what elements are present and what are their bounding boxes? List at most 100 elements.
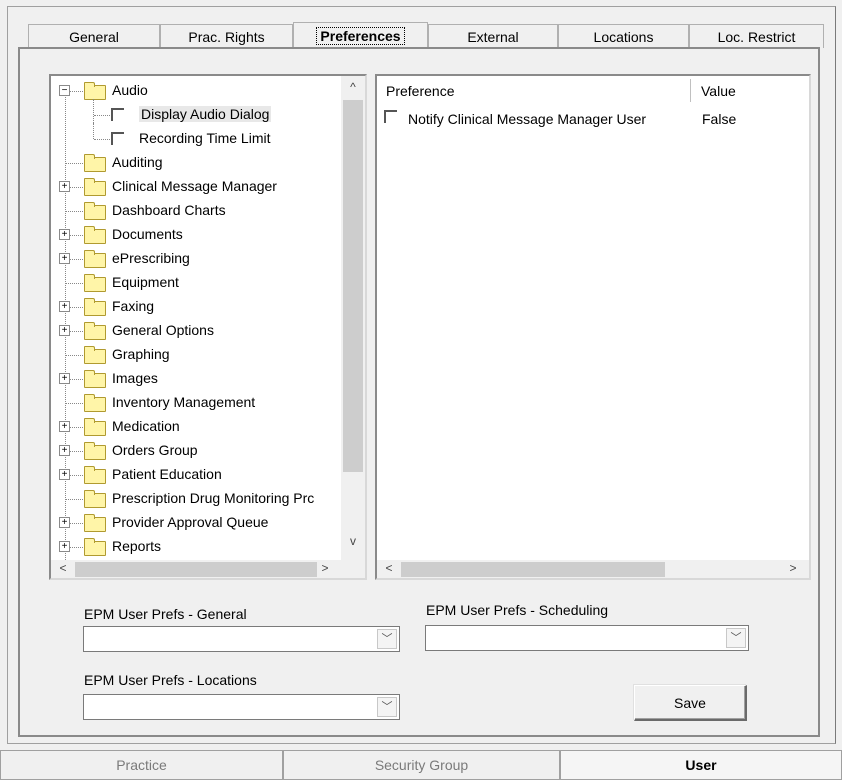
row-checkbox[interactable] (384, 110, 397, 123)
scroll-left-icon[interactable]: < (377, 561, 401, 575)
tree-connector (65, 355, 83, 356)
expand-icon[interactable]: + (59, 421, 70, 432)
expand-icon[interactable]: + (59, 253, 70, 264)
tree-checkbox[interactable] (111, 132, 124, 145)
tree-item[interactable]: + Orders Group (51, 439, 341, 463)
tab-preferences[interactable]: Preferences (293, 22, 428, 48)
expand-icon[interactable]: + (59, 325, 70, 336)
scroll-right-icon[interactable]: > (313, 561, 337, 575)
tree-vertical-scrollbar[interactable]: ^ v (341, 76, 365, 560)
folder-icon (84, 346, 106, 364)
tree-item[interactable]: + Medication (51, 415, 341, 439)
tree-item[interactable]: + Clinical Message Manager (51, 175, 341, 199)
folder-icon (84, 538, 106, 556)
column-label: Value (701, 82, 736, 99)
scroll-left-icon[interactable]: < (51, 561, 75, 575)
folder-icon (84, 250, 106, 268)
tree-item[interactable]: Auditing (51, 151, 341, 175)
save-button[interactable]: Save (634, 685, 747, 721)
expand-icon[interactable]: + (59, 541, 70, 552)
tab-prac-rights[interactable]: Prac. Rights (160, 24, 293, 48)
tree-item[interactable]: + Faxing (51, 295, 341, 319)
chevron-down-icon[interactable]: ﹀ (377, 697, 397, 717)
tree-item[interactable]: Inventory Management (51, 391, 341, 415)
tree-connector (65, 211, 83, 212)
folder-icon (84, 490, 106, 508)
chevron-down-icon[interactable]: ﹀ (726, 628, 746, 648)
expand-icon[interactable]: + (59, 517, 70, 528)
general-prefs-select[interactable]: ﹀ (83, 626, 400, 652)
folder-icon (84, 466, 106, 484)
tree-item-label: Orders Group (112, 442, 198, 458)
tree-item[interactable]: Prescription Drug Monitoring Prc (51, 487, 341, 511)
tree-item-label: Graphing (112, 346, 170, 362)
locations-prefs-label: EPM User Prefs - Locations (84, 672, 257, 688)
tree-connector (65, 163, 83, 164)
scroll-right-icon[interactable]: > (781, 561, 805, 575)
tree-item[interactable]: + Documents (51, 223, 341, 247)
expand-icon[interactable]: + (59, 469, 70, 480)
tree-item[interactable]: Equipment (51, 271, 341, 295)
scroll-down-icon[interactable]: v (341, 534, 365, 548)
folder-icon (84, 514, 106, 532)
tree-connector (94, 115, 112, 116)
tree-item-label: Medication (112, 418, 180, 434)
chevron-down-icon[interactable]: ﹀ (377, 629, 397, 649)
column-header-preference[interactable]: Preference (377, 79, 691, 102)
expand-icon[interactable]: + (59, 373, 70, 384)
column-header-value[interactable]: Value (691, 79, 809, 102)
tab-locations[interactable]: Locations (558, 24, 689, 48)
tree-item-label: Documents (112, 226, 183, 242)
bottom-tab-bar: Practice Security Group User (0, 750, 842, 780)
list-horizontal-scrollbar[interactable]: < > (377, 560, 809, 578)
tree-item-label: Auditing (112, 154, 163, 170)
tree-item[interactable]: + General Options (51, 319, 341, 343)
tree-item[interactable]: + ePrescribing (51, 247, 341, 271)
tree-item[interactable]: − Audio (51, 79, 341, 103)
folder-icon (84, 82, 106, 100)
tab-practice[interactable]: Practice (0, 750, 283, 780)
preference-cell: Notify Clinical Message Manager User (408, 111, 647, 127)
tree-item[interactable]: + Images (51, 367, 341, 391)
list-hscroll-thumb[interactable] (401, 562, 665, 577)
scroll-up-icon[interactable]: ^ (341, 80, 365, 94)
tab-security-group[interactable]: Security Group (283, 750, 560, 780)
tree-item[interactable]: + Patient Education (51, 463, 341, 487)
expand-icon[interactable]: + (59, 229, 70, 240)
tab-loc-restrict[interactable]: Loc. Restrict (689, 24, 824, 48)
table-row[interactable]: Notify Clinical Message Manager User Fal… (377, 108, 809, 132)
tab-external[interactable]: External (428, 24, 558, 48)
preferences-tree[interactable]: − Audio Display Audio Dialog Recording Time… (49, 74, 367, 580)
tree-vscroll-thumb[interactable] (343, 100, 363, 472)
tree-item-label: Faxing (112, 298, 155, 314)
tab-user[interactable]: User (560, 750, 842, 780)
scheduling-prefs-select[interactable]: ﹀ (425, 625, 749, 651)
tree-item[interactable]: + Reports (51, 535, 341, 559)
expand-icon[interactable]: + (59, 445, 70, 456)
expand-icon[interactable]: + (59, 301, 70, 312)
folder-icon (84, 274, 106, 292)
tree-checkbox[interactable] (111, 108, 124, 121)
tab-general[interactable]: General (28, 24, 160, 48)
tab-label: Loc. Restrict (717, 28, 796, 45)
tree-connector (94, 139, 112, 140)
tree-connector (65, 283, 83, 284)
tree-connector (65, 403, 83, 404)
folder-icon (84, 154, 106, 172)
locations-prefs-select[interactable]: ﹀ (83, 694, 400, 720)
tree-item[interactable]: + Provider Approval Queue (51, 511, 341, 535)
tree-hscroll-thumb[interactable] (75, 562, 317, 577)
tree-item[interactable]: Dashboard Charts (51, 199, 341, 223)
scheduling-prefs-label: EPM User Prefs - Scheduling (426, 602, 609, 618)
tree-horizontal-scrollbar[interactable]: < > (51, 560, 365, 578)
collapse-icon[interactable]: − (59, 85, 70, 96)
tree-child-item[interactable]: Display Audio Dialog (51, 99, 341, 127)
tab-label: Locations (593, 28, 654, 45)
expand-icon[interactable]: + (59, 181, 70, 192)
folder-icon (84, 178, 106, 196)
tree-item-label: Dashboard Charts (112, 202, 226, 218)
tree-child-item[interactable]: Recording Time Limit (51, 123, 341, 151)
tree-item[interactable]: Graphing (51, 343, 341, 367)
preferences-list[interactable]: Preference Value Notify Clinical Message… (375, 74, 811, 580)
tree-item-label: Images (112, 370, 158, 386)
